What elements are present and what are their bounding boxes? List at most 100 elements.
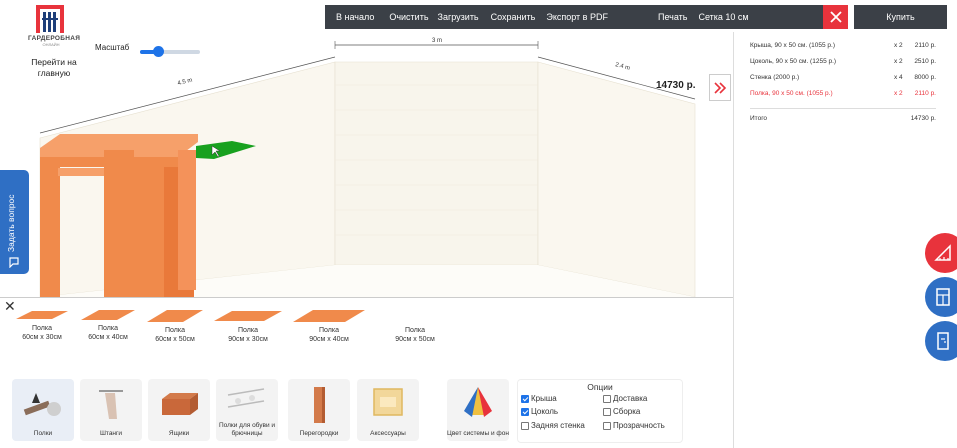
shelf-item[interactable]: Полка 90см х 50см (373, 308, 457, 344)
options-title: Опции (587, 382, 613, 392)
load-button[interactable]: Загрузить (438, 12, 479, 22)
category-label: Полки для обуви и брючницы (218, 422, 276, 437)
order-item-price: 2110 р. (914, 90, 936, 97)
checkbox-delivery[interactable] (603, 394, 611, 403)
order-item-name: Стенка (2000 р.) (750, 74, 800, 81)
order-item-qty: х 2 (894, 42, 903, 49)
shelf-icon (214, 311, 282, 321)
room-canvas[interactable]: 4.5 m 3 m 2.4 m (0, 32, 733, 298)
clear-button[interactable]: Очистить (389, 12, 428, 22)
wardrobe-view-button[interactable] (925, 277, 957, 317)
option-transparency[interactable]: Прозрачность (603, 421, 665, 430)
category-shoe-racks[interactable]: Полки для обуви и брючницы (216, 379, 278, 441)
shelf-icon (16, 311, 68, 319)
shelf-icon (293, 310, 365, 322)
panel-divider (733, 32, 734, 448)
category-partitions[interactable]: Перегородки (288, 379, 350, 441)
logo-icon (36, 5, 64, 33)
total-price: 14730 р. (656, 80, 696, 91)
category-accessories[interactable]: Аксессуары (357, 379, 419, 441)
dim-right-label: 2.4 m (614, 62, 630, 72)
option-label: Крыша (531, 394, 557, 403)
shelf-title: Полка (238, 327, 258, 334)
order-item-qty: х 4 (894, 74, 903, 81)
order-row-highlighted: Полка, 90 х 50 см. (1055 р.) х 2 2110 р. (750, 90, 936, 106)
option-plinth[interactable]: Цоколь (521, 407, 558, 416)
checkbox-back-wall[interactable] (521, 421, 529, 430)
ruler-icon (934, 244, 951, 261)
export-pdf-button[interactable]: Экспорт в PDF (546, 12, 608, 22)
accessories-category-icon (373, 388, 403, 416)
ask-question-label: Задать вопрос (6, 194, 16, 253)
app: ГАРДЕРОБНАЯ ОНЛАЙН Перейти на главную Ма… (0, 0, 957, 448)
checkbox-plinth[interactable] (521, 407, 529, 416)
palette-category-icon (464, 387, 492, 417)
order-item-name: Цоколь, 90 х 50 см. (1255 р.) (750, 58, 837, 65)
print-button[interactable]: Печать (658, 12, 687, 22)
chat-icon (9, 257, 19, 268)
double-chevron-right-icon (714, 81, 727, 94)
option-roof[interactable]: Крыша (521, 394, 557, 403)
category-label: Аксессуары (370, 429, 406, 437)
shelf-size: 60см х 50см (155, 335, 195, 343)
order-total-row: Итого 14730 р. (750, 115, 936, 131)
bottom-panel-divider (0, 297, 733, 298)
order-total-value: 14730 р. (910, 115, 936, 122)
wardrobe-icon (936, 288, 950, 306)
shoe-rack-category-icon (227, 388, 265, 408)
order-item-name: Полка, 90 х 50 см. (1055 р.) (750, 90, 833, 97)
ruler-button[interactable] (925, 233, 957, 273)
order-divider (750, 108, 936, 109)
options-panel: Опции Крыша Доставка Цоколь Сборка Задня… (517, 379, 683, 443)
category-label: Штанги (99, 429, 123, 437)
category-label: Цвет системы и фон (447, 429, 509, 437)
checkbox-roof[interactable] (521, 394, 529, 403)
order-item-price: 2510 р. (914, 58, 936, 65)
save-button[interactable]: Сохранить (491, 12, 536, 22)
right-wall (537, 61, 696, 298)
category-label: Ящики (168, 429, 190, 437)
expand-panel-button[interactable] (709, 74, 731, 101)
checkbox-assembly[interactable] (603, 407, 611, 416)
partition-category-icon (314, 387, 325, 423)
close-icon (829, 11, 842, 23)
shelf-size: 90см х 40см (309, 335, 349, 343)
drawer-category-icon (162, 393, 198, 415)
shelf-title: Полка (405, 327, 425, 334)
buy-button[interactable]: Купить (854, 5, 947, 29)
category-shelves[interactable]: Полки (12, 379, 74, 441)
shelf-title: Полка (165, 327, 185, 334)
category-colors[interactable]: Цвет системы и фон (447, 379, 509, 441)
door-view-button[interactable] (925, 321, 957, 361)
dim-back-label: 3 m (432, 38, 442, 44)
dim-left-label: 4.5 m (177, 77, 193, 86)
category-drawers[interactable]: Ящики (148, 379, 210, 441)
close-button[interactable] (823, 5, 848, 29)
category-rods[interactable]: Штанги (80, 379, 142, 441)
order-row: Стенка (2000 р.) х 4 8000 р. (750, 74, 936, 90)
start-button[interactable]: В начало (336, 12, 374, 22)
ask-question-tab[interactable]: Задать вопрос (0, 170, 29, 274)
shelf-title: Полка (319, 327, 339, 334)
shelf-icon (377, 308, 453, 324)
shelf-size: 90см х 50см (395, 335, 435, 343)
shelf-item[interactable]: Полка 90см х 30см (206, 308, 290, 344)
option-label: Прозрачность (613, 421, 665, 430)
shelf-size: 90см х 30см (228, 335, 268, 343)
top-toolbar: В начало Очистить Загрузить Сохранить Эк… (325, 5, 848, 29)
order-row: Крыша, 90 х 50 см. (1055 р.) х 2 2110 р. (750, 42, 936, 58)
option-back-wall[interactable]: Задняя стенка (521, 421, 585, 430)
checkbox-transparency[interactable] (603, 421, 611, 430)
grid-button[interactable]: Сетка 10 см (698, 12, 748, 22)
shelf-item[interactable]: Полка 60см х 50см (133, 308, 217, 344)
order-item-qty: х 2 (894, 90, 903, 97)
category-label: Перегородки (299, 429, 339, 437)
shelf-item[interactable]: Полка 90см х 40см (287, 308, 371, 344)
category-label: Полки (33, 429, 53, 437)
room-drawing: 4.5 m 3 m 2.4 m (39, 38, 696, 298)
option-label: Цоколь (531, 407, 559, 416)
order-row: Цоколь, 90 х 50 см. (1255 р.) х 2 2510 р… (750, 58, 936, 74)
option-label: Задняя стенка (531, 421, 585, 430)
option-assembly[interactable]: Сборка (603, 407, 640, 416)
option-delivery[interactable]: Доставка (603, 394, 647, 403)
